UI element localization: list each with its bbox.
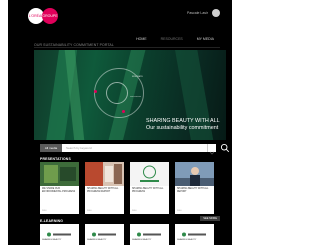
e-learning-card[interactable]: SHARING BEAUTY bbox=[85, 224, 124, 245]
hero-ring-inner bbox=[106, 82, 128, 104]
e-learning-card[interactable]: SHARING BEAUTY bbox=[130, 224, 169, 245]
nav-item-resources[interactable]: RESOURCES bbox=[161, 37, 183, 41]
page-frame: L'ORÉAL GROUPE Pascale Lasir HOME RESOUR… bbox=[8, 0, 232, 245]
brand-logo[interactable]: L'ORÉAL GROUPE bbox=[28, 8, 60, 24]
chevron-down-icon bbox=[209, 151, 215, 155]
card-title: SHARING BEAUTY bbox=[177, 239, 197, 241]
section-title-presentations: PRESENTATIONS bbox=[40, 157, 71, 161]
card-title: WE SHARE OUR ENVIRONMENTAL PROGRESS bbox=[42, 188, 76, 193]
hero-ring-label: PRODUCE bbox=[130, 96, 141, 98]
presentation-card[interactable]: WE SHARE OUR ENVIRONMENTAL PROGRESS 2016 bbox=[40, 162, 79, 214]
card-thumbnail bbox=[130, 162, 169, 186]
search-dropdown-button[interactable] bbox=[207, 144, 216, 155]
e-learning-thumbnail bbox=[136, 232, 163, 237]
card-thumbnail bbox=[40, 162, 79, 186]
card-meta: 2016 bbox=[132, 210, 137, 212]
card-title: SHARING BEAUTY bbox=[42, 239, 62, 241]
card-meta: 2016 bbox=[87, 210, 92, 212]
hero-accent-dot bbox=[122, 110, 125, 113]
see-more-button[interactable]: SEE MORE bbox=[200, 216, 220, 221]
hero-title: SHARING BEAUTY WITH ALL bbox=[146, 118, 220, 124]
divider bbox=[34, 47, 220, 48]
card-meta: 2016 bbox=[177, 210, 182, 212]
presentation-card[interactable]: SHARING BEAUTY WITH ALL PROGRESS 2016 bbox=[130, 162, 169, 214]
user-name[interactable]: Pascale Lasir bbox=[187, 11, 208, 15]
card-title: SHARING BEAUTY bbox=[87, 239, 107, 241]
card-thumbnail bbox=[175, 162, 214, 186]
search-icon[interactable] bbox=[220, 143, 230, 153]
e-learning-card[interactable]: SHARING BEAUTY bbox=[40, 224, 79, 245]
presentation-card[interactable]: SHARING BEAUTY WITH ALL REPORT 2016 bbox=[175, 162, 214, 214]
hero-subtitle: Our sustainability commitment bbox=[146, 125, 219, 131]
presentations-row: WE SHARE OUR ENVIRONMENTAL PROGRESS 2016… bbox=[40, 162, 214, 214]
e-learning-row: SHARING BEAUTY SHARING BEAUTY SHARING BE… bbox=[40, 224, 214, 245]
search-scope-select[interactable]: All media bbox=[40, 144, 62, 152]
search-bar: All media Search by keyword bbox=[40, 144, 216, 155]
card-title: SHARING BEAUTY WITH ALL PROGRESS REPORT bbox=[87, 188, 119, 193]
card-title: SHARING BEAUTY WITH ALL PROGRESS bbox=[132, 188, 164, 193]
logo-circle-right: GROUPE bbox=[42, 8, 58, 24]
hero-banner[interactable]: INNOVATE PRODUCE SHARING BEAUTY WITH ALL… bbox=[34, 50, 226, 140]
card-meta: 2016 bbox=[42, 210, 47, 212]
nav-item-home[interactable]: HOME bbox=[136, 37, 147, 41]
presentation-card[interactable]: SHARING BEAUTY WITH ALL PROGRESS REPORT … bbox=[85, 162, 124, 214]
card-title: SHARING BEAUTY bbox=[132, 239, 152, 241]
nav-item-my-media[interactable]: MY MEDIA bbox=[197, 37, 214, 41]
hero-accent-dot bbox=[94, 90, 97, 93]
avatar[interactable] bbox=[212, 9, 220, 17]
e-learning-thumbnail bbox=[181, 232, 208, 237]
e-learning-thumbnail bbox=[91, 232, 118, 237]
hero-ring-label: INNOVATE bbox=[132, 76, 143, 78]
e-learning-card[interactable]: SHARING BEAUTY bbox=[175, 224, 214, 245]
card-thumbnail bbox=[85, 162, 124, 186]
e-learning-thumbnail bbox=[46, 232, 73, 237]
section-title-e-learning: E-LEARNING bbox=[40, 219, 64, 223]
search-input[interactable]: Search by keyword bbox=[66, 144, 92, 152]
main-nav: HOME RESOURCES MY MEDIA bbox=[136, 37, 214, 41]
card-title: SHARING BEAUTY WITH ALL REPORT bbox=[177, 188, 209, 193]
